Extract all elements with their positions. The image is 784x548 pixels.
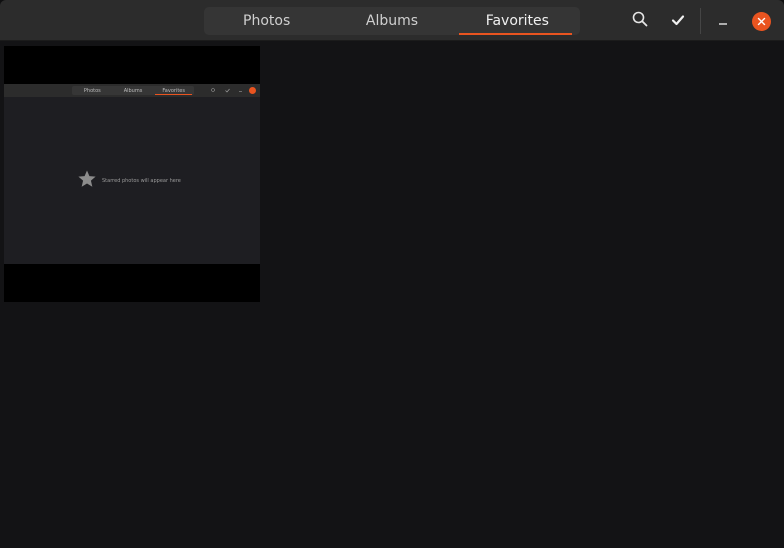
thumbnail-image: Photos Albums Favorites Starred photos w… [4,84,260,264]
tab-photos[interactable]: Photos [204,7,329,35]
thumbnail-minimize-icon [238,88,243,93]
thumbnail-search-icon [211,88,216,93]
view-switcher: Photos Albums Favorites [204,7,580,35]
close-button[interactable] [748,8,774,34]
tab-albums[interactable]: Albums [329,7,454,35]
headerbar-separator [700,8,701,34]
checkmark-icon [671,12,685,31]
thumbnail-tab-albums: Albums [123,87,143,94]
search-icon [632,11,648,31]
thumbnail-tab-favorites: Favorites [153,86,194,95]
thumbnail-close-icon [249,87,256,94]
minimize-icon [717,12,729,31]
headerbar: Photos Albums Favorites [0,0,784,41]
favorites-grid: Photos Albums Favorites Starred photos w… [0,41,784,548]
photo-thumbnail[interactable]: Photos Albums Favorites Starred photos w… [4,46,260,302]
thumbnail-view-switcher: Photos Albums Favorites [72,86,194,95]
select-mode-button[interactable] [665,8,691,34]
search-button[interactable] [627,8,653,34]
tab-favorites[interactable]: Favorites [455,7,580,35]
thumbnail-headerbar: Photos Albums Favorites [4,84,260,97]
photos-app-window: Photos Albums Favorites Photos Albums Fa… [0,0,784,548]
minimize-button[interactable] [710,8,736,34]
thumbnail-star-icon [77,169,97,193]
thumbnail-tab-photos: Photos [83,87,101,94]
thumbnail-checkmark-icon [225,88,230,93]
thumbnail-empty-message: Starred photos will appear here [102,178,181,184]
close-icon [751,11,771,31]
thumbnail-empty-state: Starred photos will appear here [77,169,181,193]
